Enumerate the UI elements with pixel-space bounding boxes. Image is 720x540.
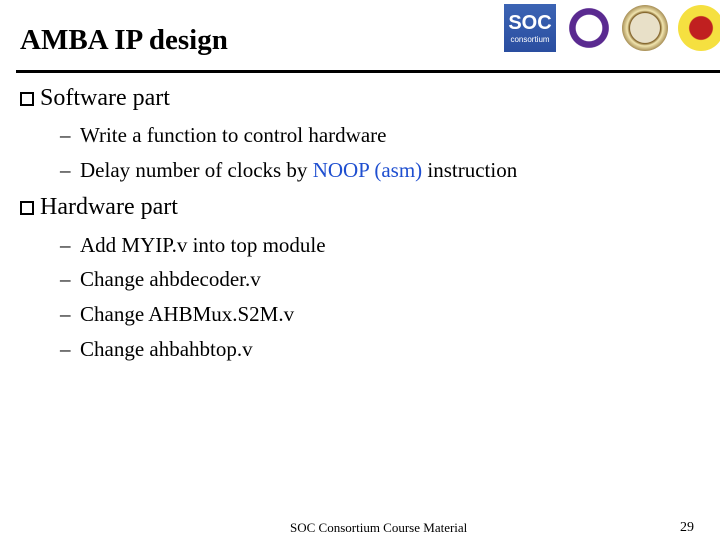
list-item: – Delay number of clocks by NOOP (asm) in… bbox=[60, 158, 517, 183]
item-text: Change AHBMux.S2M.v bbox=[80, 302, 295, 326]
checkbox-bullet-icon bbox=[20, 200, 34, 215]
item-text: Change ahbahbtop.v bbox=[80, 337, 253, 361]
list-item: – Change AHBMux.S2M.v bbox=[60, 302, 294, 327]
section-hardware: Hardware part bbox=[20, 194, 178, 221]
dash-bullet: – bbox=[60, 123, 71, 147]
dash-bullet: – bbox=[60, 337, 71, 361]
section-software: Software part bbox=[20, 85, 170, 112]
slide-title: AMBA IP design bbox=[20, 24, 228, 56]
list-item: – Add MYIP.v into top module bbox=[60, 233, 326, 258]
item-text: instruction bbox=[422, 158, 518, 182]
page-number: 29 bbox=[680, 520, 694, 535]
section-label: Software part bbox=[40, 85, 170, 111]
checkbox-bullet-icon bbox=[20, 91, 34, 106]
soc-consortium-logo: SOC consortium bbox=[504, 4, 556, 52]
title-divider bbox=[16, 70, 720, 73]
section-label: Hardware part bbox=[40, 194, 178, 220]
list-item: – Write a function to control hardware bbox=[60, 123, 386, 148]
university-seal-logo bbox=[622, 5, 668, 51]
dash-bullet: – bbox=[60, 158, 71, 182]
logo-strip: SOC consortium bbox=[504, 4, 720, 52]
dash-bullet: – bbox=[60, 233, 71, 257]
footer-text: SOC Consortium Course Material bbox=[290, 520, 468, 535]
university-seal-logo bbox=[678, 5, 720, 51]
university-seal-logo bbox=[566, 5, 612, 51]
soc-logo-text: SOC bbox=[508, 12, 552, 34]
list-item: – Change ahbdecoder.v bbox=[60, 267, 261, 292]
list-item: – Change ahbahbtop.v bbox=[60, 337, 253, 362]
highlight-text: NOOP (asm) bbox=[312, 158, 423, 182]
item-text: Delay number of clocks by bbox=[80, 158, 313, 182]
item-text: Change ahbdecoder.v bbox=[80, 267, 261, 291]
soc-logo-subtext: consortium bbox=[510, 35, 550, 44]
dash-bullet: – bbox=[60, 302, 71, 326]
item-text: Write a function to control hardware bbox=[80, 123, 387, 147]
dash-bullet: – bbox=[60, 267, 71, 291]
item-text: Add MYIP.v into top module bbox=[80, 233, 326, 257]
